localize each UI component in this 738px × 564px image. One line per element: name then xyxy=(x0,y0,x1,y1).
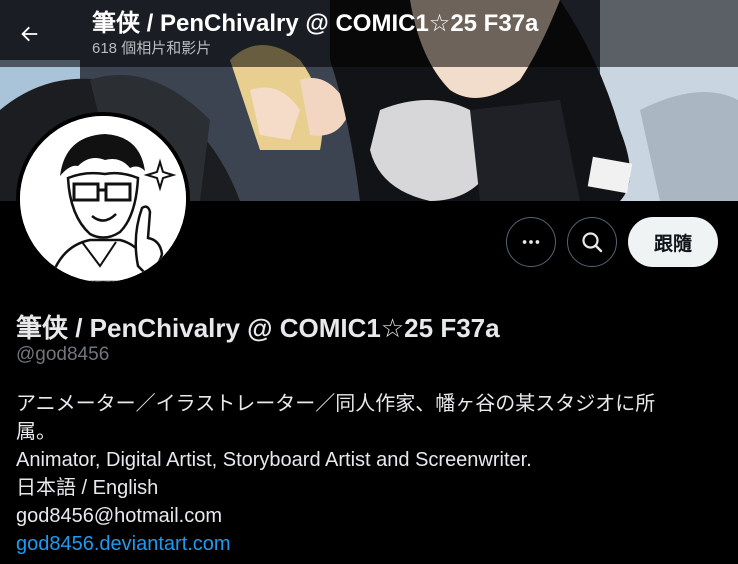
more-horizontal-icon xyxy=(522,240,540,244)
header-media-count: 618 個相片和影片 xyxy=(92,39,212,57)
avatar-drawing xyxy=(20,116,186,282)
avatar-image xyxy=(20,116,186,282)
header-text: 筆侠 / PenChivalry @ COMIC1☆25 F37a 618 個相… xyxy=(92,9,538,59)
search-icon xyxy=(582,232,603,253)
more-button[interactable] xyxy=(506,217,556,267)
arrow-left-icon xyxy=(21,26,38,41)
header-title: 筆侠 / PenChivalry @ COMIC1☆25 F37a xyxy=(92,9,539,37)
bio-line: Animator, Digital Artist, Storyboard Art… xyxy=(16,449,532,471)
back-button[interactable] xyxy=(11,16,47,52)
bio-line: アニメーター／イラストレーター／同人作家、幡ヶ谷の某スタジオに所 xyxy=(16,393,656,415)
display-name: 筆侠 / PenChivalry @ COMIC1☆25 F37a xyxy=(16,313,500,343)
follow-button[interactable]: 跟隨 xyxy=(628,217,718,267)
search-button[interactable] xyxy=(567,217,617,267)
profile-website-link[interactable]: god8456.deviantart.com xyxy=(16,530,726,558)
bio-email: god8456@hotmail.com xyxy=(16,505,222,527)
user-handle: @god8456 xyxy=(16,344,110,365)
avatar[interactable] xyxy=(16,112,190,286)
profile-header-bar: 筆侠 / PenChivalry @ COMIC1☆25 F37a 618 個相… xyxy=(0,0,738,67)
profile-actions: 跟隨 xyxy=(506,217,718,267)
profile-page: 筆侠 / PenChivalry @ COMIC1☆25 F37a 618 個相… xyxy=(0,0,738,564)
profile-bio: アニメーター／イラストレーター／同人作家、幡ヶ谷の某スタジオに所 属。 Anim… xyxy=(16,390,726,558)
bio-line: 日本語 / English xyxy=(16,477,159,499)
bio-line: 属。 xyxy=(16,421,56,443)
